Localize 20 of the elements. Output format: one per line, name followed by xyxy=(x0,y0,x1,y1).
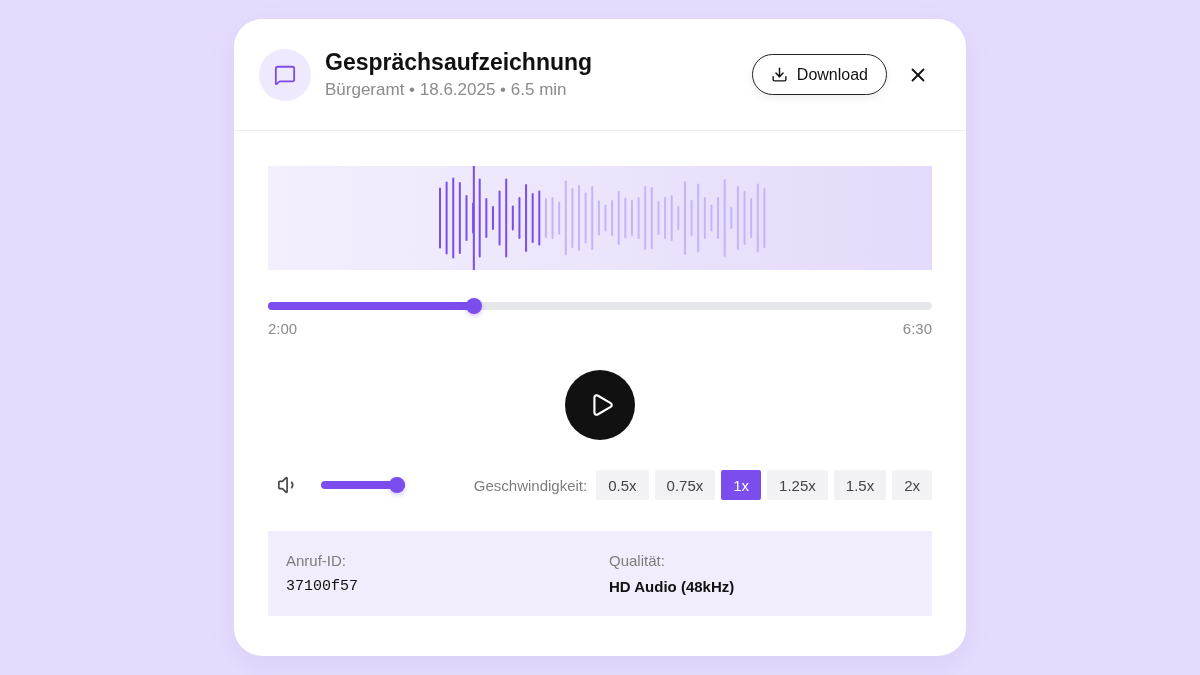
speed-option[interactable]: 1.5x xyxy=(833,470,887,500)
recording-title: Gesprächsaufzeichnung xyxy=(325,48,594,76)
chat-icon xyxy=(259,48,311,101)
detail-value: HD Audio (48kHz) xyxy=(609,577,736,596)
detail-label: Qualität: xyxy=(609,551,666,570)
progress-thumb[interactable] xyxy=(465,298,482,314)
speed-option[interactable]: 0.75x xyxy=(654,470,716,500)
volume-thumb[interactable] xyxy=(389,477,405,493)
speed-label: Geschwindigkeit: xyxy=(473,476,588,494)
download-button[interactable]: Download xyxy=(751,54,887,95)
elapsed-time: 2:00 xyxy=(268,320,298,338)
detail-label: Anruf-ID: xyxy=(286,551,347,570)
speed-option[interactable]: 1x xyxy=(721,470,762,500)
download-icon xyxy=(770,66,788,83)
speed-option[interactable]: 0.5x xyxy=(596,470,649,500)
speed-option[interactable]: 2x xyxy=(892,470,932,500)
speed-option[interactable]: 1.25x xyxy=(767,470,828,500)
recording-meta: Bürgeramt • 18.6.2025 • 6.5 min xyxy=(325,79,568,101)
total-time: 6:30 xyxy=(902,320,932,338)
detail-value: 37100f57 xyxy=(286,577,359,596)
